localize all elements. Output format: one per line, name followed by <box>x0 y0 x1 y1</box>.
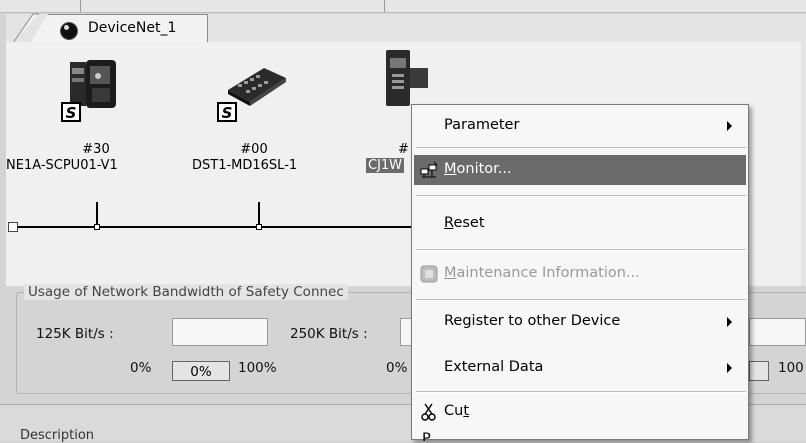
menu-separator <box>416 299 746 301</box>
min-125k: 0% <box>130 360 152 376</box>
terminator-icon <box>8 222 18 232</box>
menu-separator <box>416 391 746 393</box>
device-number: # <box>398 142 409 157</box>
drop-line <box>96 202 98 226</box>
menu-item-reset[interactable]: Reset <box>414 209 746 239</box>
device-number: #00 <box>240 142 268 157</box>
menu-separator <box>416 195 746 197</box>
safety-badge: S <box>61 102 81 122</box>
max-500k: 100 <box>778 360 804 376</box>
menu-item-label: onitor... <box>456 161 512 177</box>
cj1w-unit-icon[interactable] <box>384 48 430 108</box>
menu-item-label: External Data <box>444 359 544 375</box>
drop-line <box>258 202 260 226</box>
menu-item-label: Cu <box>444 403 464 419</box>
min-250k: 0% <box>386 360 408 376</box>
node-connector <box>94 224 100 230</box>
label-125k: 125K Bit/s : <box>36 326 114 342</box>
menu-item-mnemonic: t <box>463 403 470 419</box>
submenu-arrow-icon <box>727 317 732 327</box>
top-divider <box>384 0 385 12</box>
description-label: Description <box>20 428 95 443</box>
value-500k <box>749 361 769 381</box>
device-name: NE1A-SCPU01-V1 <box>6 158 118 173</box>
menu-separator <box>416 147 746 149</box>
device-name-selected: CJ1W <box>366 158 405 173</box>
menu-item-external-data[interactable]: External Data <box>414 353 746 383</box>
menu-item-label: aintenance Information... <box>456 265 640 281</box>
bar-500k <box>749 318 806 346</box>
menu-item-maintenance-information[interactable]: Maintenance Information... <box>414 259 746 289</box>
safety-badge: S <box>217 102 237 122</box>
bandwidth-group-title: Usage of Network Bandwidth of Safety Con… <box>24 284 348 300</box>
menu-item-monitor[interactable]: Monitor... <box>414 155 746 185</box>
menu-separator <box>416 249 746 251</box>
menu-item-mnemonic: M <box>444 161 457 177</box>
device-number: #30 <box>82 142 110 157</box>
menu-item-mnemonic: M <box>444 265 457 281</box>
monitor-icon <box>420 161 438 178</box>
maintenance-icon <box>420 265 438 283</box>
network-globe-icon <box>60 22 78 40</box>
menu-item-label: Register to other Device <box>444 313 621 329</box>
menu-item-cut[interactable]: Cut <box>414 397 746 427</box>
menu-item-label: eset <box>453 215 485 231</box>
safety-io-terminal-icon[interactable] <box>224 62 290 106</box>
bar-125k <box>172 318 268 346</box>
submenu-arrow-icon <box>727 121 732 131</box>
tab-label: DeviceNet_1 <box>88 20 177 36</box>
menu-item-label: Parameter <box>444 117 520 133</box>
context-menu: Parameter Monitor... Reset Maintenance I… <box>411 104 749 441</box>
network-trunk <box>18 226 413 228</box>
menu-item-parameter[interactable]: Parameter <box>414 111 746 141</box>
menu-item-register-to-other-device[interactable]: Register to other Device <box>414 307 746 337</box>
label-250k: 250K Bit/s : <box>290 326 368 342</box>
top-divider <box>80 0 81 12</box>
submenu-arrow-icon <box>727 363 732 373</box>
max-125k: 100% <box>238 360 277 376</box>
node-connector <box>256 224 262 230</box>
scissors-icon <box>421 403 436 421</box>
value-125k: 0% <box>172 361 230 381</box>
device-name: DST1-MD16SL-1 <box>192 158 298 173</box>
top-strip <box>0 0 806 13</box>
